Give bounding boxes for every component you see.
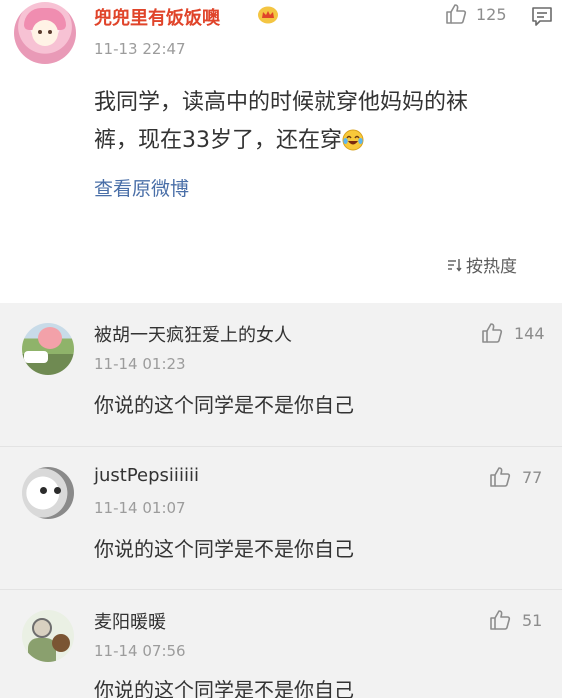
avatar[interactable]: [14, 2, 76, 64]
comment-icon[interactable]: [530, 4, 554, 28]
sort-icon: [448, 258, 462, 272]
reply-text: 你说的这个同学是不是你自己: [94, 537, 354, 561]
main-comment: 兜兜里有饭饭噢 11-13 22:47 125 我同学，读高中的时候就穿他妈妈的…: [0, 0, 562, 303]
timestamp: 11-14 01:23: [94, 355, 186, 373]
thumbs-up-icon: [482, 323, 503, 343]
sort-label: 按热度: [466, 257, 517, 277]
avatar[interactable]: [22, 467, 74, 519]
reply-text: 你说的这个同学是不是你自己: [94, 393, 354, 417]
avatar-dog: [52, 634, 70, 652]
timestamp: 11-14 07:56: [94, 642, 186, 660]
avatar-eye: [54, 487, 61, 494]
like-count: 125: [476, 4, 507, 24]
comment-line: 裤，现在33岁了，还在穿: [94, 122, 544, 160]
avatar-eye: [38, 30, 42, 34]
username[interactable]: justPepsiiiiii: [94, 465, 199, 486]
thumbs-up-icon: [490, 610, 511, 630]
reply-text: 你说的这个同学是不是你自己: [94, 678, 354, 698]
like-button[interactable]: 144: [480, 321, 545, 345]
avatar-head: [32, 618, 52, 638]
like-button[interactable]: 51: [488, 608, 542, 632]
sort-button[interactable]: 按热度: [446, 252, 517, 277]
avatar-face: [32, 20, 58, 46]
crown-badge-icon: [258, 6, 278, 24]
comment-line-text: 裤，现在33岁了，还在穿: [94, 128, 342, 153]
username[interactable]: 麦阳暖暖: [94, 608, 166, 634]
avatar-eye: [48, 30, 52, 34]
laughing-tears-emoji: [342, 129, 364, 151]
username[interactable]: 被胡一天疯狂爱上的女人: [94, 321, 292, 347]
avatar-car: [24, 351, 48, 363]
like-button[interactable]: 125: [444, 2, 507, 26]
comment-content: 我同学，读高中的时候就穿他妈妈的袜 裤，现在33岁了，还在穿: [94, 84, 544, 160]
avatar[interactable]: [22, 323, 74, 375]
like-count: 144: [514, 323, 545, 343]
timestamp: 11-13 22:47: [94, 40, 186, 58]
reply-item: justPepsiiiiii 11-14 01:07 77 你说的这个同学是不是…: [0, 447, 562, 589]
avatar[interactable]: [22, 610, 74, 662]
thumbs-up-icon: [446, 4, 467, 24]
avatar-eye: [40, 487, 47, 494]
view-original-link[interactable]: 查看原微博: [94, 174, 189, 201]
timestamp: 11-14 01:07: [94, 499, 186, 517]
thumbs-up-icon: [490, 467, 511, 487]
comment-line: 我同学，读高中的时候就穿他妈妈的袜: [94, 90, 469, 115]
like-count: 51: [522, 610, 543, 630]
like-count: 77: [522, 467, 543, 487]
reply-item: 麦阳暖暖 11-14 07:56 51 你说的这个同学是不是你自己: [0, 590, 562, 698]
avatar-flower: [38, 327, 62, 349]
reply-item: 被胡一天疯狂爱上的女人 11-14 01:23 144 你说的这个同学是不是你自…: [0, 303, 562, 446]
like-button[interactable]: 77: [488, 465, 542, 489]
username[interactable]: 兜兜里有饭饭噢: [94, 4, 220, 30]
